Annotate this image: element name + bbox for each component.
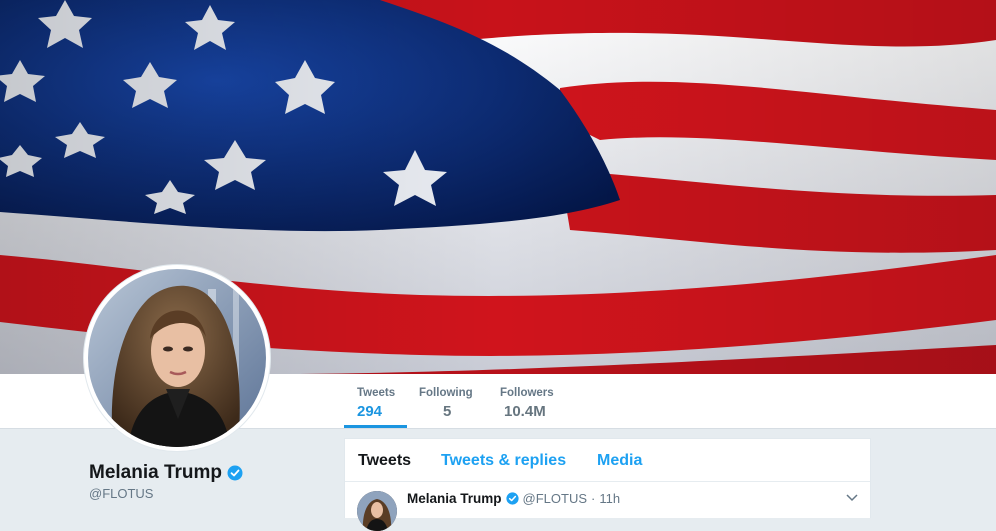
- timeline-tabs: Tweets Tweets & replies Media: [345, 439, 870, 482]
- avatar-portrait-image: [88, 269, 266, 447]
- tweet-header: Melania Trump @FLOTUS · 11h: [407, 491, 620, 506]
- verified-badge-icon: [227, 465, 243, 481]
- stat-tweets-value: 294: [357, 403, 383, 420]
- tweet-author-name[interactable]: Melania Trump: [407, 491, 502, 506]
- profile-name[interactable]: Melania Trump: [89, 462, 243, 484]
- timeline-card: Tweets Tweets & replies Media Melania Tr…: [344, 438, 871, 531]
- stat-followers-label: Followers: [500, 387, 554, 399]
- tweet-separator: ·: [591, 491, 596, 506]
- verified-badge-icon: [505, 492, 519, 505]
- chevron-down-icon[interactable]: [846, 494, 858, 502]
- stat-followers[interactable]: Followers 10.4M: [500, 374, 560, 428]
- stat-tweets[interactable]: Tweets 294: [344, 374, 407, 428]
- stat-following-label: Following: [419, 387, 473, 399]
- stat-following[interactable]: Following 5: [419, 374, 489, 428]
- profile-name-text: Melania Trump: [89, 462, 223, 483]
- tweet-author-handle[interactable]: @FLOTUS: [523, 491, 587, 506]
- tweet-item[interactable]: Melania Trump @FLOTUS · 11h: [345, 482, 870, 531]
- tweet-avatar-image: [357, 491, 397, 531]
- tab-tweets-and-replies[interactable]: Tweets & replies: [441, 452, 566, 470]
- stat-tweets-label: Tweets: [357, 387, 396, 399]
- stat-following-value: 5: [443, 403, 452, 420]
- profile-handle[interactable]: @FLOTUS: [89, 486, 153, 501]
- stat-followers-value: 10.4M: [504, 403, 546, 420]
- tab-tweets[interactable]: Tweets: [358, 452, 411, 470]
- profile-avatar[interactable]: [84, 265, 270, 451]
- tweet-avatar[interactable]: [357, 491, 397, 531]
- tab-media[interactable]: Media: [597, 452, 642, 470]
- tweet-timestamp[interactable]: 11h: [599, 491, 620, 506]
